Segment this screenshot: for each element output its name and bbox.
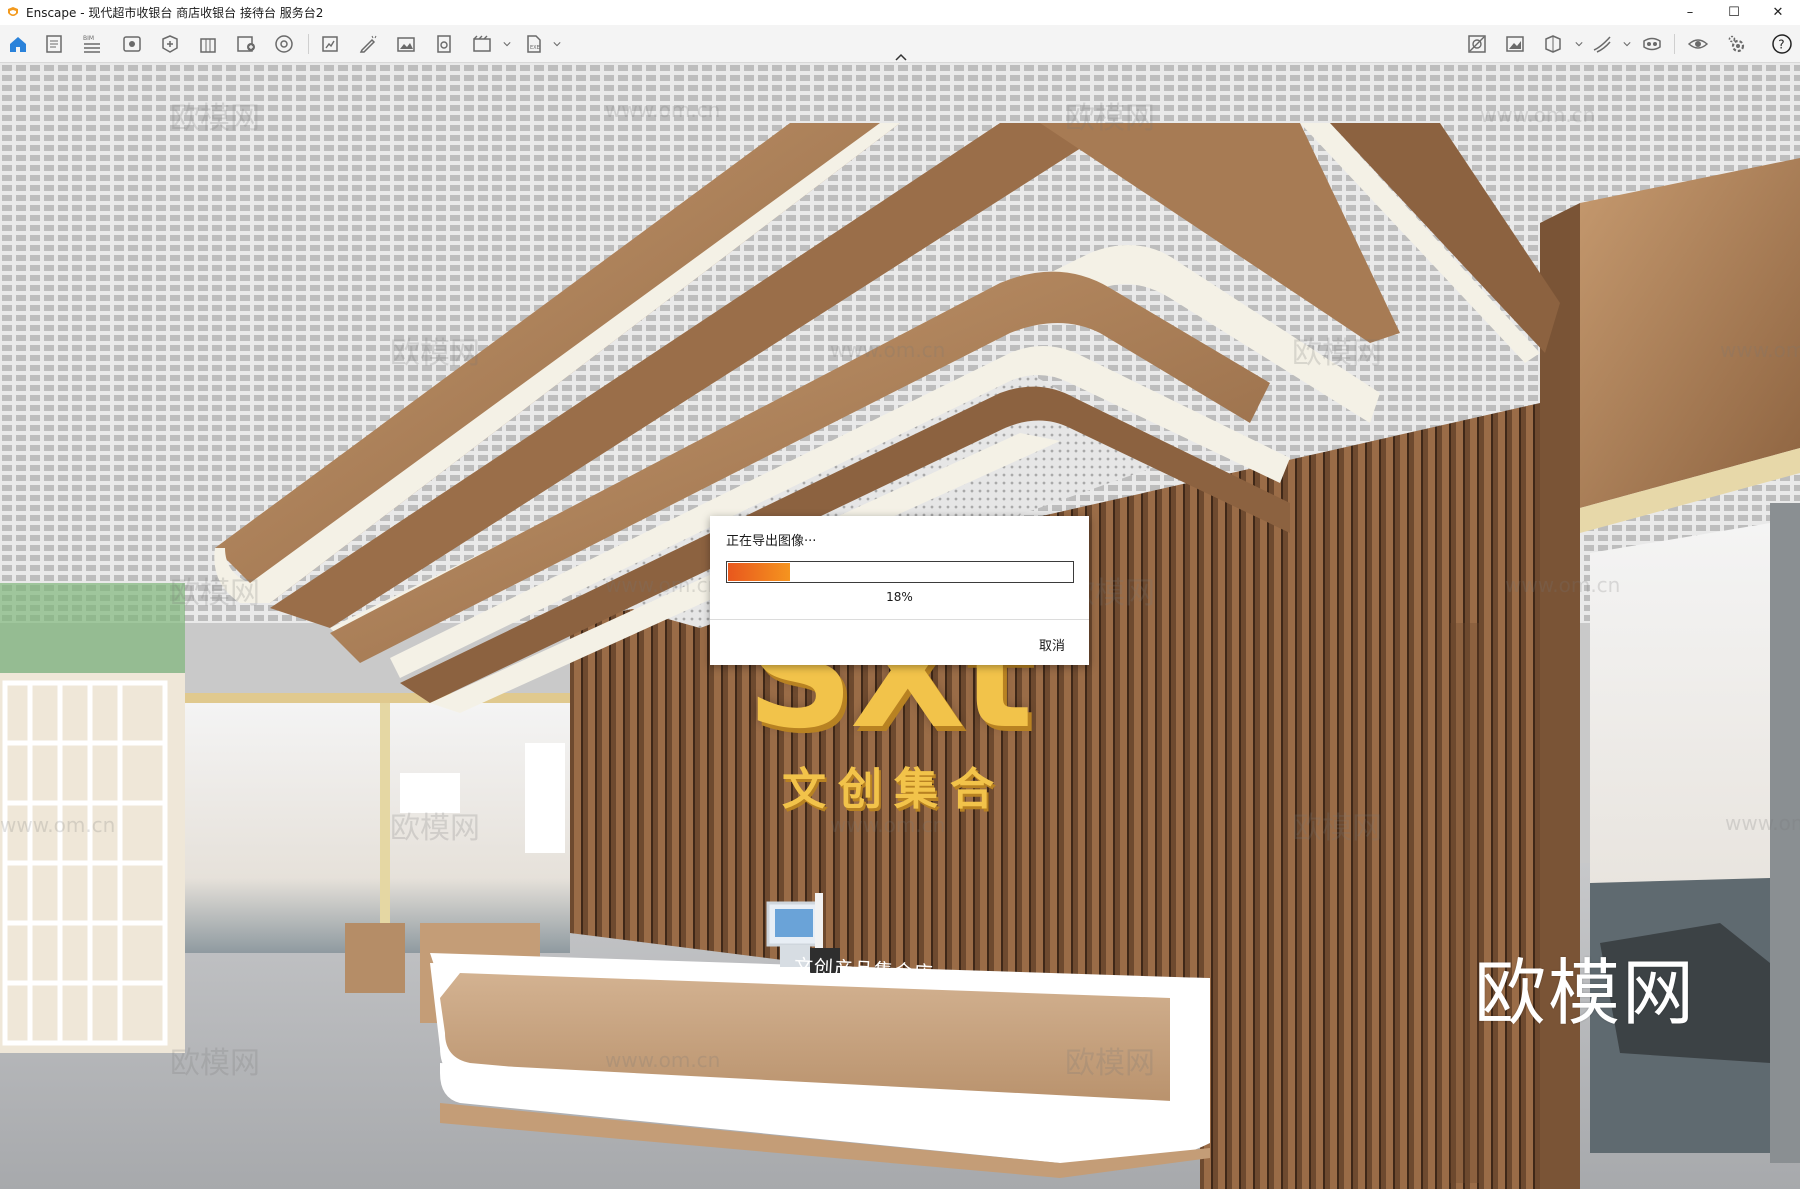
image-icon[interactable] — [394, 32, 418, 56]
watermark-text: 欧模网 — [170, 101, 260, 136]
watermark-url: www.om.cn — [1505, 573, 1621, 597]
settings-icon[interactable] — [1725, 32, 1749, 56]
big-watermark: 欧模网 — [1474, 951, 1697, 1035]
section-icon[interactable] — [1541, 32, 1565, 56]
watermark-text: 欧模网 — [390, 336, 480, 371]
close-button[interactable]: ✕ — [1756, 0, 1800, 25]
draw-icon[interactable] — [1590, 32, 1614, 56]
watermark-url: www.om.cn — [1720, 338, 1800, 362]
annotate-icon[interactable] — [356, 32, 380, 56]
minimize-button[interactable]: – — [1668, 0, 1712, 25]
upload-icon[interactable] — [234, 32, 258, 56]
enscape-logo-icon — [8, 6, 18, 16]
chevron-down-icon[interactable] — [1622, 37, 1632, 51]
svg-text:EXE: EXE — [530, 45, 540, 51]
chevron-down-icon[interactable] — [1574, 37, 1584, 51]
cancel-button[interactable]: 取消 — [1035, 633, 1069, 656]
help-icon[interactable]: ? — [1770, 32, 1794, 56]
bim-list-icon[interactable]: BIM — [80, 32, 104, 56]
asset-icon[interactable] — [158, 32, 182, 56]
building-icon[interactable] — [196, 32, 220, 56]
view-eye-icon[interactable] — [120, 32, 144, 56]
watermark-text: 欧模网 — [1065, 1046, 1155, 1081]
document-icon[interactable] — [42, 32, 66, 56]
watermark-url: www.om.cn — [0, 813, 116, 837]
batch-render-icon[interactable] — [318, 32, 342, 56]
bim-badge: BIM — [83, 35, 94, 42]
home-icon[interactable] — [6, 32, 30, 56]
watermark-url: www.om.cn — [605, 1048, 721, 1072]
watermark-text: 欧模网 — [390, 811, 480, 846]
toolbar-separator — [308, 34, 309, 54]
watermark-url: www.om.cn — [605, 98, 721, 122]
export-progress-dialog: 正在导出图像··· 18% 取消 — [710, 516, 1089, 665]
maximize-button[interactable]: ☐ — [1712, 0, 1756, 25]
store-sign-subtitle: 文创集合 — [782, 764, 1006, 815]
hide-view-icon[interactable] — [1465, 32, 1489, 56]
window-title: Enscape - 现代超市收银台 商店收银台 接待台 服务台2 — [26, 6, 324, 20]
image-view-icon[interactable] — [1503, 32, 1527, 56]
watermark-text: 欧模网 — [1065, 101, 1155, 136]
chevron-down-icon[interactable] — [502, 37, 512, 51]
dialog-divider — [710, 619, 1089, 620]
material-icon[interactable] — [272, 32, 296, 56]
video-export-icon[interactable] — [470, 32, 494, 56]
export-file-icon[interactable]: EXE — [522, 32, 546, 56]
chevron-down-icon[interactable] — [552, 37, 562, 51]
watermark-url: www.om.cn — [830, 338, 946, 362]
progress-fill — [728, 563, 790, 581]
vr-icon[interactable] — [1640, 32, 1664, 56]
collapse-toolbar-icon[interactable] — [894, 53, 908, 62]
watermark-text: 欧模网 — [1292, 336, 1382, 371]
visibility-icon[interactable] — [1686, 32, 1710, 56]
watermark-text: 欧模网 — [170, 1046, 260, 1081]
watermark-url: www.om.cn — [1725, 811, 1800, 835]
watermark-text: 欧模网 — [170, 576, 260, 611]
export-progress-bar — [726, 561, 1074, 583]
title-bar: Enscape - 现代超市收银台 商店收银台 接待台 服务台2 – ☐ ✕ — [0, 0, 1800, 25]
window-controls: – ☐ ✕ — [1668, 0, 1800, 25]
svg-text:?: ? — [1778, 38, 1784, 52]
dialog-title: 正在导出图像··· — [726, 534, 817, 549]
watermark-url: www.om.cn — [1480, 103, 1596, 127]
screenshot-export-icon[interactable] — [432, 32, 456, 56]
watermark-url: www.om.cn — [605, 573, 721, 597]
watermark-text: 欧模网 — [1292, 811, 1382, 846]
progress-percent: 18% — [886, 590, 913, 604]
toolbar-separator — [1674, 34, 1675, 54]
